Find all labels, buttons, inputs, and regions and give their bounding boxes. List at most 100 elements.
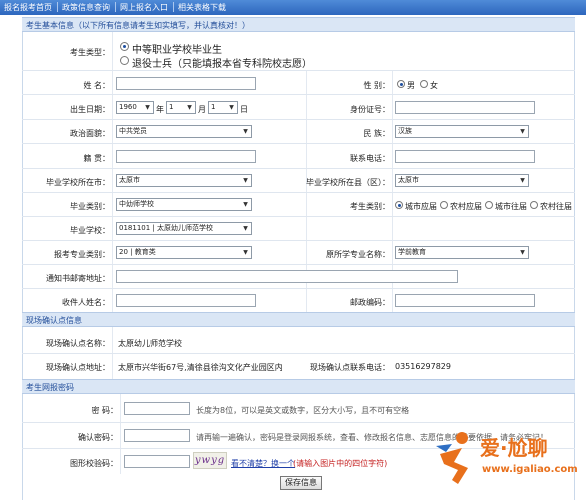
school-county-label: 毕业学校所在县（区）：	[306, 178, 390, 187]
zip-label: 邮政编码：	[350, 298, 390, 307]
password-label: 密 码：	[91, 406, 118, 415]
confirm-phone-value: 03516297829	[395, 362, 451, 371]
apply-major-label: 报考专业类别：	[54, 250, 110, 259]
top-nav: 报名报考首页 政策信息查询 网上报名入口 相关表格下载	[0, 0, 586, 15]
school-county-select[interactable]: 太原市 ▼	[395, 174, 529, 187]
row-divider	[22, 70, 575, 71]
section-basic-title: 考生基本信息（以下所有信息请考生如实填写，并认真核对！）	[26, 21, 250, 30]
row-divider	[22, 216, 575, 217]
mail-address-input[interactable]	[116, 270, 458, 283]
orig-major-select[interactable]: 学前教育 ▼	[395, 246, 529, 259]
chevron-down-icon: ▼	[517, 175, 528, 186]
ethnic-select[interactable]: 汉族 ▼	[395, 125, 529, 138]
chevron-down-icon: ▼	[240, 199, 251, 210]
captcha-hint: (请输入图片中的四位字符)	[293, 459, 388, 468]
chevron-down-icon: ▼	[240, 126, 251, 137]
grad-school-select[interactable]: 0181101 | 太原幼儿师范学校 ▼	[116, 222, 252, 235]
phone-label: 联系电话：	[350, 154, 390, 163]
birth-month-select[interactable]: 1 ▼	[166, 101, 196, 114]
chevron-down-icon: ▼	[142, 102, 153, 113]
watermark-title: 爱·尬聊	[480, 436, 548, 460]
politics-select[interactable]: 中共党员 ▼	[116, 125, 252, 138]
confirm-address-value: 太原市兴华街67号,清徐县徐沟文化产业园区内	[118, 363, 283, 372]
ethnic-label: 民 族：	[363, 129, 390, 138]
watermark-url: www.igaliao.com	[482, 464, 578, 475]
chevron-down-icon: ▼	[240, 223, 251, 234]
zip-input[interactable]	[395, 294, 535, 307]
section-password-title: 考生网报密码	[26, 383, 74, 392]
nav-apply[interactable]: 网上报名入口	[120, 2, 168, 13]
exam-type-rural-past-radio[interactable]	[530, 201, 538, 209]
row-divider	[22, 192, 575, 193]
birth-label: 出生日期：	[70, 105, 110, 114]
nav-policy[interactable]: 政策信息查询	[62, 2, 110, 13]
row-divider	[22, 94, 575, 95]
name-input[interactable]	[116, 77, 256, 90]
id-input[interactable]	[395, 101, 535, 114]
candidate-type-veteran-label: 退役士兵（只能填报本省专科院校志愿）	[132, 59, 312, 70]
exam-type-rural-past-label: 农村往届	[540, 202, 572, 211]
politics-label: 政治面貌：	[70, 129, 110, 138]
mail-address-label: 通知书邮寄地址：	[46, 274, 110, 283]
captcha-image[interactable]: ywyg	[193, 452, 227, 469]
row-divider	[22, 264, 575, 265]
exam-type-label: 考生类别：	[350, 202, 390, 211]
nav-separator	[173, 2, 174, 12]
candidate-type-vocational-label: 中等职业学校毕业生	[132, 45, 222, 56]
row-divider	[22, 168, 575, 169]
nav-separator	[115, 2, 116, 12]
row-divider	[22, 288, 575, 289]
gender-male-radio[interactable]	[397, 80, 405, 88]
gender-female-radio[interactable]	[420, 80, 428, 88]
chevron-down-icon: ▼	[240, 175, 251, 186]
row-divider	[22, 353, 575, 354]
watermark-logo-icon	[436, 432, 468, 484]
birth-year-select[interactable]: 1960 ▼	[116, 101, 154, 114]
school-city-label: 毕业学校所在市：	[46, 178, 110, 187]
password-hint: 长度为8位，可以是英文或数字，区分大小写，且不可有空格	[196, 406, 410, 415]
confirm-password-input[interactable]	[124, 429, 190, 442]
id-label: 身份证号：	[350, 105, 390, 114]
confirm-phone-label: 现场确认点联系电话：	[310, 363, 390, 372]
password-input[interactable]	[124, 402, 190, 415]
exam-type-rural-fresh-radio[interactable]	[440, 201, 448, 209]
chevron-down-icon: ▼	[517, 247, 528, 258]
column-divider	[120, 394, 121, 474]
birth-day-select[interactable]: 1 ▼	[208, 101, 238, 114]
grad-type-select[interactable]: 中幼师学校 ▼	[116, 198, 252, 211]
row-divider	[22, 422, 575, 423]
nav-downloads[interactable]: 相关表格下载	[178, 2, 226, 13]
gender-label: 性 别：	[363, 81, 390, 90]
candidate-type-vocational-radio[interactable]	[120, 42, 129, 51]
confirm-name-label: 现场确认点名称：	[46, 339, 110, 348]
chevron-down-icon: ▼	[240, 247, 251, 258]
apply-major-select[interactable]: 20 | 教育类 ▼	[116, 246, 252, 259]
candidate-type-label: 考生类型：	[70, 48, 110, 57]
confirm-password-label: 确认密码：	[78, 433, 118, 442]
chevron-down-icon: ▼	[517, 126, 528, 137]
day-unit: 日	[240, 105, 248, 114]
captcha-refresh-link[interactable]: 看不清楚？换一个	[231, 458, 295, 469]
watermark: 爱·尬聊 www.igaliao.com	[432, 424, 582, 496]
exam-type-rural-fresh-label: 农村应届	[450, 202, 482, 211]
recipient-label: 收件人姓名：	[62, 298, 110, 307]
captcha-label: 图形校验码：	[70, 459, 118, 468]
orig-major-label: 原所学专业名称：	[326, 250, 390, 259]
school-city-select[interactable]: 太原市 ▼	[116, 174, 252, 187]
candidate-type-veteran-radio[interactable]	[120, 56, 129, 65]
exam-type-city-fresh-label: 城市应届	[405, 202, 437, 211]
native-input[interactable]	[116, 150, 256, 163]
section-basic-header: 考生基本信息（以下所有信息请考生如实填写，并认真核对！）	[22, 17, 575, 32]
native-label: 籍 贯：	[83, 154, 110, 163]
grad-type-label: 毕业类别：	[70, 202, 110, 211]
row-divider	[22, 240, 575, 241]
exam-type-city-past-radio[interactable]	[485, 201, 493, 209]
gender-female-label: 女	[430, 81, 438, 90]
recipient-input[interactable]	[116, 294, 256, 307]
exam-type-city-fresh-radio[interactable]	[395, 201, 403, 209]
nav-home[interactable]: 报名报考首页	[4, 2, 52, 13]
exam-type-city-past-label: 城市往届	[495, 202, 527, 211]
captcha-input[interactable]	[124, 455, 190, 468]
phone-input[interactable]	[395, 150, 535, 163]
save-button[interactable]: 保存信息	[280, 476, 322, 490]
